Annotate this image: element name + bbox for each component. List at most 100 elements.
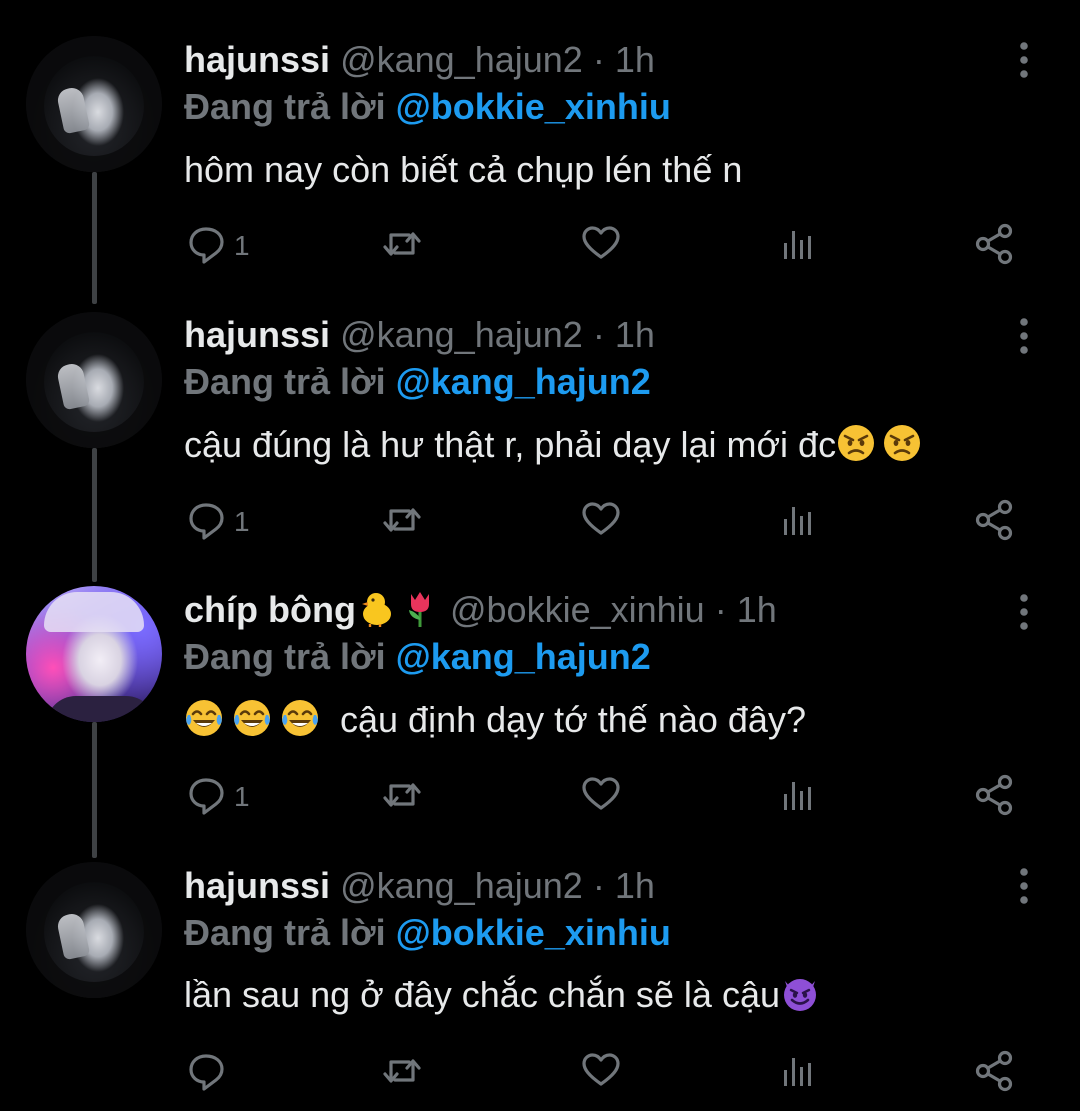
more-vertical-icon[interactable]	[1004, 864, 1044, 908]
user-handle[interactable]: @kang_hajun2	[340, 314, 583, 355]
timestamp[interactable]: 1h	[615, 865, 655, 906]
share-button[interactable]	[974, 1050, 1016, 1096]
tweet-text: cậu định dạy tớ thế nào đây?	[184, 694, 806, 746]
mention-link[interactable]: @bokkie_xinhiu	[396, 86, 671, 127]
smiling-devil-emoji	[782, 977, 818, 1013]
tweet[interactable]: hajunssi @kang_hajun2 · 1h Đang trả lời …	[0, 276, 1080, 552]
reply-count: 1	[234, 230, 250, 261]
views-icon	[784, 507, 811, 535]
replying-to: Đang trả lời @bokkie_xinhiu	[184, 83, 671, 131]
tweet-thread: hajunssi @kang_hajun2 · 1h Đang trả lời …	[0, 0, 1080, 1111]
timestamp[interactable]: 1h	[737, 589, 777, 630]
share-icon	[975, 774, 1013, 816]
views-icon	[784, 231, 811, 259]
more-vertical-icon[interactable]	[1004, 314, 1044, 358]
reply-count: 1	[234, 781, 250, 812]
action-bar: 1	[184, 499, 1044, 545]
angry-face-emoji	[882, 423, 922, 463]
user-handle[interactable]: @kang_hajun2	[340, 865, 583, 906]
share-button[interactable]	[974, 499, 1016, 545]
reply-count: 1	[234, 506, 250, 537]
like-button[interactable]	[580, 499, 622, 545]
retweet-button[interactable]	[380, 774, 424, 820]
views-button[interactable]	[778, 774, 818, 820]
tweet-text-content: lần sau ng ở đây chắc chắn sẽ là cậu	[184, 974, 780, 1015]
display-name[interactable]: chíp bông	[184, 589, 356, 630]
like-button[interactable]	[580, 774, 622, 820]
timestamp[interactable]: 1h	[615, 39, 655, 80]
views-button[interactable]	[778, 1050, 818, 1096]
retweet-icon	[383, 508, 421, 532]
tweet[interactable]: chíp bông @bokkie_xinhiu · 1h Đang trả l…	[0, 552, 1080, 828]
tweet-header: chíp bông @bokkie_xinhiu · 1h	[184, 586, 777, 634]
display-name[interactable]: hajunssi	[184, 314, 330, 355]
retweet-button[interactable]	[380, 499, 424, 545]
tweet-header: hajunssi @kang_hajun2 · 1h	[184, 862, 655, 910]
separator-dot: ·	[592, 314, 605, 355]
action-bar	[184, 1050, 1044, 1096]
views-button[interactable]	[778, 223, 818, 269]
share-icon	[975, 499, 1013, 541]
mention-link[interactable]: @bokkie_xinhiu	[396, 912, 671, 953]
avatar[interactable]	[26, 586, 162, 722]
replying-to-label: Đang trả lời	[184, 912, 386, 953]
reply-icon	[189, 227, 224, 264]
separator-dot: ·	[592, 865, 605, 906]
angry-face-emoji	[836, 423, 876, 463]
views-icon	[784, 1058, 811, 1086]
separator-dot: ·	[714, 589, 727, 630]
reply-button[interactable]: 1	[186, 499, 250, 545]
tweet-text-content: cậu định dạy tớ thế nào đây?	[340, 699, 806, 740]
replying-to-label: Đang trả lời	[184, 636, 386, 677]
reply-icon	[189, 778, 224, 815]
tweet-text: hôm nay còn biết cả chụp lén thế n	[184, 144, 742, 196]
mention-link[interactable]: @kang_hajun2	[396, 636, 651, 677]
like-icon	[582, 226, 620, 259]
avatar[interactable]	[26, 36, 162, 172]
tweet-text-content: cậu đúng là hư thật r, phải dạy lại mới …	[184, 424, 837, 465]
tears-of-joy-emoji	[280, 698, 320, 738]
like-button[interactable]	[580, 223, 622, 269]
retweet-button[interactable]	[380, 1050, 424, 1096]
share-button[interactable]	[974, 223, 1016, 269]
tweet-text: lần sau ng ở đây chắc chắn sẽ là cậu	[184, 969, 820, 1021]
replying-to: Đang trả lời @bokkie_xinhiu	[184, 909, 671, 957]
display-name[interactable]: hajunssi	[184, 39, 330, 80]
views-icon	[784, 782, 811, 810]
retweet-icon	[383, 783, 421, 807]
user-handle[interactable]: @kang_hajun2	[340, 39, 583, 80]
retweet-icon	[383, 232, 421, 256]
replying-to: Đang trả lời @kang_hajun2	[184, 358, 651, 406]
reply-button[interactable]	[186, 1050, 228, 1096]
share-button[interactable]	[974, 774, 1016, 820]
like-button[interactable]	[580, 1050, 622, 1096]
like-icon	[582, 502, 620, 535]
share-icon	[975, 223, 1013, 265]
reply-icon	[189, 1054, 224, 1091]
tweet-text-content: hôm nay còn biết cả chụp lén thế n	[184, 149, 743, 190]
tears-of-joy-emoji	[232, 698, 272, 738]
tweet[interactable]: hajunssi @kang_hajun2 · 1h Đang trả lời …	[0, 828, 1080, 1111]
tweet[interactable]: hajunssi @kang_hajun2 · 1h Đang trả lời …	[0, 0, 1080, 276]
reply-button[interactable]: 1	[186, 774, 250, 820]
replying-to: Đang trả lời @kang_hajun2	[184, 633, 651, 681]
tweet-header: hajunssi @kang_hajun2 · 1h	[184, 311, 655, 359]
like-icon	[582, 777, 620, 810]
tweet-header: hajunssi @kang_hajun2 · 1h	[184, 36, 655, 84]
more-vertical-icon[interactable]	[1004, 38, 1044, 82]
views-button[interactable]	[778, 499, 818, 545]
avatar[interactable]	[26, 312, 162, 448]
more-vertical-icon[interactable]	[1004, 590, 1044, 634]
retweet-button[interactable]	[380, 223, 424, 269]
avatar[interactable]	[26, 862, 162, 998]
action-bar: 1	[184, 223, 1044, 269]
replying-to-label: Đang trả lời	[184, 361, 386, 402]
display-name[interactable]: hajunssi	[184, 865, 330, 906]
user-handle[interactable]: @bokkie_xinhiu	[450, 589, 705, 630]
mention-link[interactable]: @kang_hajun2	[396, 361, 651, 402]
action-bar: 1	[184, 774, 1044, 820]
reply-button[interactable]: 1	[186, 223, 250, 269]
like-icon	[582, 1053, 620, 1086]
timestamp[interactable]: 1h	[615, 314, 655, 355]
baby-chick-emoji	[360, 591, 393, 628]
